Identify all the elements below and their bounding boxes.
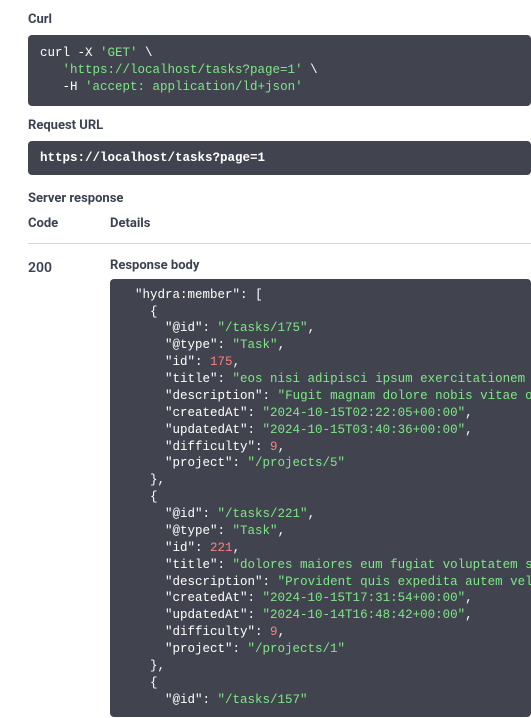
json-punc: : [255,440,270,454]
code-header: Code [28,216,110,231]
json-punc: : [233,456,248,470]
json-punc: : [240,288,255,302]
json-punc: : [218,338,233,352]
json-str: "eos nisi adipisci ipsum exercitationem … [233,372,531,386]
json-key: "id" [165,541,195,555]
json-punc: : [248,406,263,420]
json-num: 9 [270,625,278,639]
json-key: "description" [165,389,263,403]
curl-indent2 [40,63,63,77]
json-punc: , [278,440,286,454]
json-str: "Task" [233,524,278,538]
response-row: 200 Response body "hydra:member": [ { "@… [28,258,531,717]
json-punc: }, [150,473,165,487]
curl-cmd: curl -X [40,46,100,60]
json-str: "/tasks/157" [218,693,308,707]
curl-url: 'https://localhost/tasks?page=1' [63,63,303,77]
details-col: Response body "hydra:member": [ { "@id":… [110,258,531,717]
json-key: "project" [165,642,233,656]
json-punc: , [308,507,316,521]
json-punc: : [248,608,263,622]
json-punc: : [203,321,218,335]
json-key: "difficulty" [165,625,255,639]
curl-indent3 [40,80,63,94]
curl-label: Curl [28,12,531,27]
json-punc: : [203,693,218,707]
json-key: "createdAt" [165,406,248,420]
curl-method: 'GET' [100,46,138,60]
json-str: "/projects/5" [248,456,346,470]
json-num: 221 [210,541,233,555]
json-num: 175 [210,355,233,369]
json-key: "updatedAt" [165,423,248,437]
json-key: "@id" [165,693,203,707]
json-str: "2024-10-14T16:48:42+00:00" [263,608,466,622]
server-response-label: Server response [28,191,531,206]
json-key: "@id" [165,321,203,335]
curl-block: curl -X 'GET' \ 'https://localhost/tasks… [28,35,531,106]
json-punc: : [218,558,233,572]
response-header-row: Code Details [28,216,531,244]
json-punc: , [278,338,286,352]
json-key: "project" [165,456,233,470]
json-key: "title" [165,372,218,386]
json-punc: , [233,355,241,369]
json-key: "description" [165,575,263,589]
json-punc: : [248,423,263,437]
json-punc: , [465,423,473,437]
response-table: Code Details 200 Response body "hydra:me… [28,216,531,717]
json-key: "@type" [165,524,218,538]
json-punc: : [195,355,210,369]
json-str: "Fugit magnam dolore nobis vitae offi [278,389,531,403]
json-str: "Provident quis expedita autem vel. S [278,575,531,589]
json-punc: , [278,625,286,639]
json-punc: [ [255,288,263,302]
json-punc: , [465,406,473,420]
json-str: "Task" [233,338,278,352]
json-key: "@id" [165,507,203,521]
status-code: 200 [28,258,110,717]
json-punc: : [255,625,270,639]
json-key: "@type" [165,338,218,352]
json-punc: , [465,591,473,605]
json-str: "2024-10-15T03:40:36+00:00" [263,423,466,437]
json-punc: { [150,490,158,504]
curl-cont2: \ [303,63,318,77]
curl-header: 'accept: application/ld+json' [85,80,303,94]
response-body-json: "hydra:member": [ { "@id": "/tasks/175",… [110,279,531,717]
json-punc: : [233,642,248,656]
json-punc: : [218,524,233,538]
json-punc: , [308,321,316,335]
json-str: "dolores maiores eum fugiat voluptatem s… [233,558,531,572]
json-punc: : [263,389,278,403]
json-key: "updatedAt" [165,608,248,622]
json-punc: { [150,305,158,319]
json-str: "2024-10-15T02:22:05+00:00" [263,406,466,420]
json-str: "/projects/1" [248,642,346,656]
json-key: "createdAt" [165,591,248,605]
json-punc: { [150,676,158,690]
json-punc: : [248,591,263,605]
json-key: "hydra:member" [135,288,240,302]
json-key: "difficulty" [165,440,255,454]
json-punc: : [218,372,233,386]
json-punc: , [278,524,286,538]
response-body-label: Response body [110,258,531,273]
json-str: "/tasks/221" [218,507,308,521]
json-str: "2024-10-15T17:31:54+00:00" [263,591,466,605]
details-header: Details [110,216,150,231]
json-punc: , [465,608,473,622]
json-key: "id" [165,355,195,369]
request-url-label: Request URL [28,118,531,133]
json-punc: : [203,507,218,521]
json-punc: : [195,541,210,555]
json-punc: : [263,575,278,589]
curl-cont1: \ [138,46,153,60]
json-str: "/tasks/175" [218,321,308,335]
json-num: 9 [270,440,278,454]
curl-flag: -H [63,80,86,94]
json-punc: , [233,541,241,555]
request-url-value: https://localhost/tasks?page=1 [28,141,531,175]
json-key: "title" [165,558,218,572]
